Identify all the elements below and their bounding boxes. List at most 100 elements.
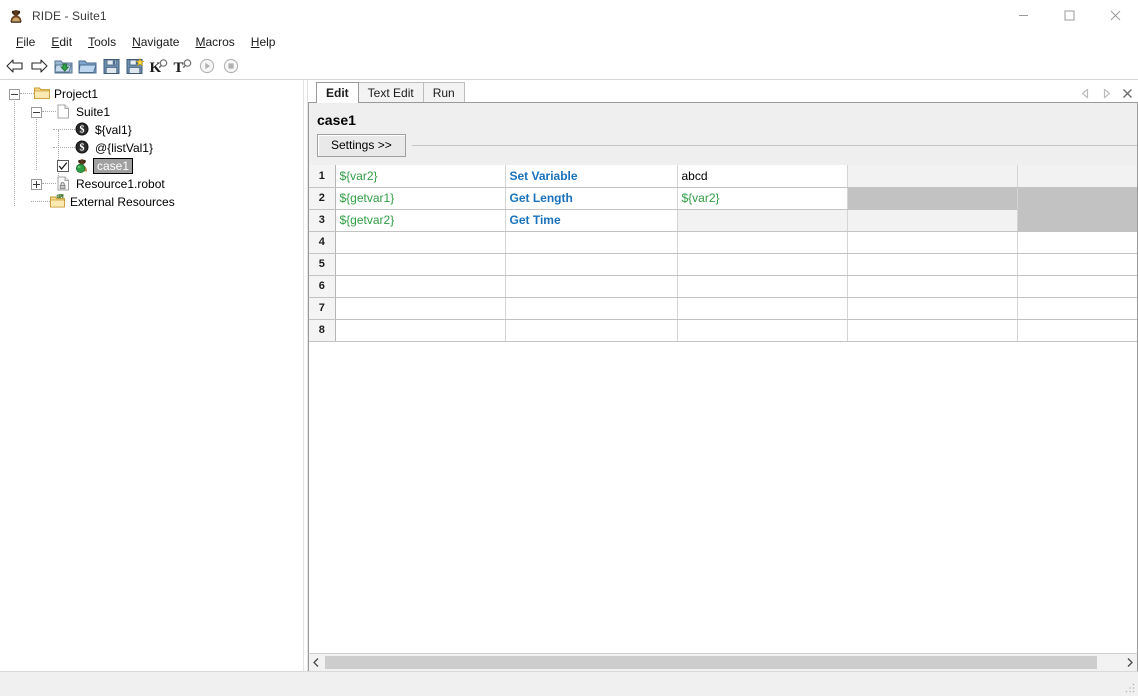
grid-cell[interactable]: ${var2} — [677, 187, 848, 210]
tree-item-checkbox[interactable] — [57, 160, 69, 172]
grid-cell[interactable] — [677, 231, 848, 254]
back-arrow-icon[interactable] — [4, 55, 26, 77]
grid-cell[interactable]: Get Time — [505, 209, 678, 232]
table-row[interactable]: 3 ${getvar2} Get Time — [309, 209, 1137, 232]
scroll-left-icon[interactable] — [309, 655, 324, 670]
grid-cell[interactable] — [1017, 297, 1137, 320]
grid-cell[interactable] — [847, 165, 1018, 188]
grid-cell[interactable] — [847, 297, 1018, 320]
project-tree[interactable]: Project1 Suite1 $ ${val1} $ @{listVal1} … — [0, 80, 303, 671]
table-row[interactable]: 4 — [309, 231, 1137, 254]
tab-run[interactable]: Run — [422, 82, 465, 102]
scrollbar-track[interactable] — [325, 656, 1121, 669]
chevron-left-icon[interactable] — [1079, 87, 1092, 100]
save-icon[interactable] — [100, 55, 122, 77]
row-header[interactable]: 8 — [309, 319, 336, 342]
menu-edit[interactable]: Edit — [43, 32, 80, 52]
tab-text-edit[interactable]: Text Edit — [357, 82, 424, 102]
row-header[interactable]: 4 — [309, 231, 336, 254]
grid-cell[interactable] — [335, 297, 506, 320]
menu-help[interactable]: Help — [243, 32, 284, 52]
grid-cell[interactable]: ${getvar2} — [335, 209, 506, 232]
chevron-right-icon[interactable] — [1100, 87, 1113, 100]
grid-cell[interactable] — [505, 297, 678, 320]
settings-button[interactable]: Settings >> — [317, 134, 406, 157]
grid-cell[interactable] — [1017, 319, 1137, 342]
row-header[interactable]: 7 — [309, 297, 336, 320]
grid-cell[interactable] — [1017, 253, 1137, 276]
menu-file[interactable]: File — [8, 32, 43, 52]
open-project-icon[interactable] — [52, 55, 74, 77]
grid-cell[interactable] — [847, 275, 1018, 298]
run-icon[interactable] — [196, 55, 218, 77]
open-folder-icon[interactable] — [76, 55, 98, 77]
grid-cell[interactable] — [1017, 231, 1137, 254]
grid-cell[interactable] — [335, 253, 506, 276]
steps-grid-container[interactable]: 1 ${var2} Set Variable abcd 2 ${getvar1} — [309, 165, 1137, 653]
grid-cell[interactable] — [505, 231, 678, 254]
grid-cell[interactable] — [1017, 275, 1137, 298]
search-tests-icon[interactable]: T — [172, 55, 194, 77]
table-row[interactable]: 2 ${getvar1} Get Length ${var2} — [309, 187, 1137, 210]
grid-cell[interactable] — [677, 253, 848, 276]
tree-item-listval1[interactable]: $ @{listVal1} — [0, 139, 303, 157]
grid-cell[interactable] — [677, 297, 848, 320]
collapse-expander-icon[interactable] — [31, 106, 42, 118]
menu-navigate[interactable]: Navigate — [124, 32, 187, 52]
grid-cell[interactable] — [847, 231, 1018, 254]
grid-cell[interactable]: ${var2} — [335, 165, 506, 188]
tab-edit[interactable]: Edit — [316, 82, 359, 103]
grid-cell[interactable] — [505, 253, 678, 276]
tree-item-val1[interactable]: $ ${val1} — [0, 121, 303, 139]
row-header[interactable]: 5 — [309, 253, 336, 276]
search-keyword-icon[interactable]: K — [148, 55, 170, 77]
menu-tools[interactable]: Tools — [80, 32, 124, 52]
grid-cell[interactable] — [335, 319, 506, 342]
menu-macros[interactable]: Macros — [187, 32, 242, 52]
horizontal-scrollbar[interactable] — [308, 653, 1138, 671]
steps-grid[interactable]: 1 ${var2} Set Variable abcd 2 ${getvar1} — [309, 165, 1137, 342]
maximize-icon[interactable] — [1046, 0, 1092, 31]
grid-cell[interactable]: ${getvar1} — [335, 187, 506, 210]
collapse-expander-icon[interactable] — [9, 88, 20, 100]
scroll-right-icon[interactable] — [1122, 655, 1137, 670]
table-row[interactable]: 8 — [309, 319, 1137, 342]
grid-cell[interactable] — [1017, 165, 1137, 188]
expand-expander-icon[interactable] — [31, 178, 42, 190]
resize-grip-icon[interactable] — [1124, 682, 1136, 694]
save-all-icon[interactable] — [124, 55, 146, 77]
grid-cell[interactable] — [677, 209, 848, 232]
grid-cell[interactable] — [847, 319, 1018, 342]
close-icon[interactable] — [1121, 87, 1134, 100]
grid-cell[interactable] — [505, 275, 678, 298]
grid-cell[interactable] — [677, 319, 848, 342]
row-header[interactable]: 6 — [309, 275, 336, 298]
tree-item-external-resources[interactable]: External Resources — [0, 193, 303, 211]
grid-cell[interactable] — [1017, 187, 1137, 210]
tree-item-case1[interactable]: case1 — [0, 157, 303, 175]
grid-cell[interactable]: abcd — [677, 165, 848, 188]
table-row[interactable]: 6 — [309, 275, 1137, 298]
grid-cell[interactable] — [335, 275, 506, 298]
scrollbar-thumb[interactable] — [325, 656, 1098, 669]
tree-item-suite1[interactable]: Suite1 — [0, 103, 303, 121]
grid-cell[interactable] — [505, 319, 678, 342]
tree-item-resource1[interactable]: Resource1.robot — [0, 175, 303, 193]
minimize-icon[interactable] — [1000, 0, 1046, 31]
table-row[interactable]: 7 — [309, 297, 1137, 320]
grid-cell[interactable] — [1017, 209, 1137, 232]
grid-cell[interactable] — [677, 275, 848, 298]
table-row[interactable]: 1 ${var2} Set Variable abcd — [309, 165, 1137, 188]
close-icon[interactable] — [1092, 0, 1138, 31]
grid-cell[interactable] — [847, 253, 1018, 276]
grid-cell[interactable]: Get Length — [505, 187, 678, 210]
forward-arrow-icon[interactable] — [28, 55, 50, 77]
row-header[interactable]: 2 — [309, 187, 336, 210]
grid-cell[interactable] — [847, 209, 1018, 232]
grid-cell[interactable] — [847, 187, 1018, 210]
stop-icon[interactable] — [220, 55, 242, 77]
grid-cell[interactable]: Set Variable — [505, 165, 678, 188]
grid-cell[interactable] — [335, 231, 506, 254]
row-header[interactable]: 1 — [309, 165, 336, 188]
tree-item-project1[interactable]: Project1 — [0, 85, 303, 103]
